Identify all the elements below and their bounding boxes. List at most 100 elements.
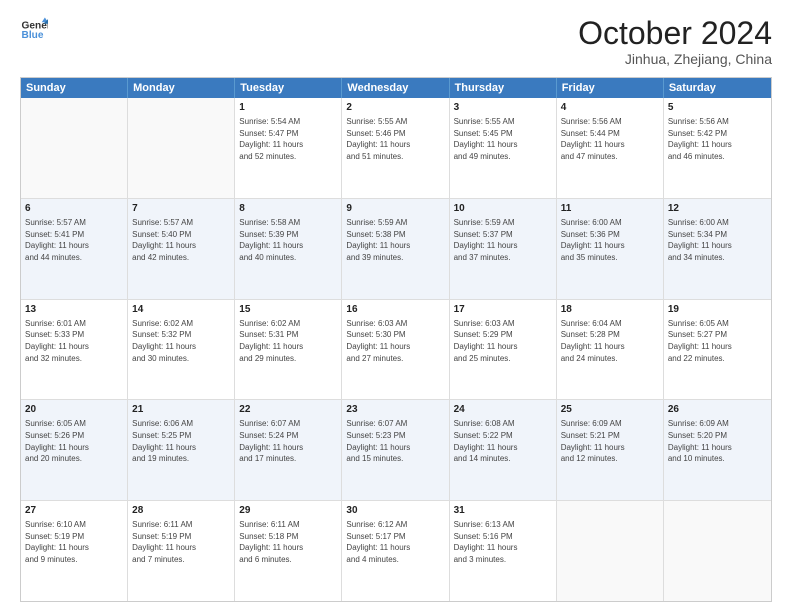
calendar-cell: 31Sunrise: 6:13 AM Sunset: 5:16 PM Dayli… (450, 501, 557, 601)
calendar-cell: 20Sunrise: 6:05 AM Sunset: 5:26 PM Dayli… (21, 400, 128, 500)
day-info: Sunrise: 5:56 AM Sunset: 5:42 PM Dayligh… (668, 116, 767, 162)
header-friday: Friday (557, 78, 664, 98)
calendar-cell: 18Sunrise: 6:04 AM Sunset: 5:28 PM Dayli… (557, 300, 664, 400)
header-wednesday: Wednesday (342, 78, 449, 98)
header-monday: Monday (128, 78, 235, 98)
day-info: Sunrise: 6:00 AM Sunset: 5:34 PM Dayligh… (668, 217, 767, 263)
calendar-cell: 2Sunrise: 5:55 AM Sunset: 5:46 PM Daylig… (342, 98, 449, 198)
day-info: Sunrise: 6:00 AM Sunset: 5:36 PM Dayligh… (561, 217, 659, 263)
header-saturday: Saturday (664, 78, 771, 98)
day-info: Sunrise: 6:03 AM Sunset: 5:30 PM Dayligh… (346, 318, 444, 364)
day-info: Sunrise: 5:55 AM Sunset: 5:46 PM Dayligh… (346, 116, 444, 162)
day-info: Sunrise: 6:08 AM Sunset: 5:22 PM Dayligh… (454, 418, 552, 464)
location: Jinhua, Zhejiang, China (578, 51, 772, 67)
calendar-cell: 13Sunrise: 6:01 AM Sunset: 5:33 PM Dayli… (21, 300, 128, 400)
logo-icon: General Blue (20, 16, 48, 44)
day-number: 24 (454, 403, 552, 417)
day-number: 3 (454, 101, 552, 115)
day-number: 23 (346, 403, 444, 417)
day-number: 13 (25, 303, 123, 317)
calendar-row-4: 20Sunrise: 6:05 AM Sunset: 5:26 PM Dayli… (21, 400, 771, 501)
day-info: Sunrise: 6:02 AM Sunset: 5:32 PM Dayligh… (132, 318, 230, 364)
calendar-row-5: 27Sunrise: 6:10 AM Sunset: 5:19 PM Dayli… (21, 501, 771, 601)
calendar-cell (21, 98, 128, 198)
calendar-header: Sunday Monday Tuesday Wednesday Thursday… (21, 78, 771, 98)
day-info: Sunrise: 5:57 AM Sunset: 5:40 PM Dayligh… (132, 217, 230, 263)
day-info: Sunrise: 6:07 AM Sunset: 5:24 PM Dayligh… (239, 418, 337, 464)
calendar-cell (664, 501, 771, 601)
calendar-cell: 16Sunrise: 6:03 AM Sunset: 5:30 PM Dayli… (342, 300, 449, 400)
calendar-cell: 11Sunrise: 6:00 AM Sunset: 5:36 PM Dayli… (557, 199, 664, 299)
calendar-row-2: 6Sunrise: 5:57 AM Sunset: 5:41 PM Daylig… (21, 199, 771, 300)
header: General Blue October 2024 Jinhua, Zhejia… (20, 16, 772, 67)
day-info: Sunrise: 5:54 AM Sunset: 5:47 PM Dayligh… (239, 116, 337, 162)
day-number: 6 (25, 202, 123, 216)
day-number: 28 (132, 504, 230, 518)
day-number: 12 (668, 202, 767, 216)
day-number: 29 (239, 504, 337, 518)
day-info: Sunrise: 6:04 AM Sunset: 5:28 PM Dayligh… (561, 318, 659, 364)
day-info: Sunrise: 6:12 AM Sunset: 5:17 PM Dayligh… (346, 519, 444, 565)
calendar-cell: 4Sunrise: 5:56 AM Sunset: 5:44 PM Daylig… (557, 98, 664, 198)
day-info: Sunrise: 6:09 AM Sunset: 5:20 PM Dayligh… (668, 418, 767, 464)
calendar-cell: 27Sunrise: 6:10 AM Sunset: 5:19 PM Dayli… (21, 501, 128, 601)
day-info: Sunrise: 6:01 AM Sunset: 5:33 PM Dayligh… (25, 318, 123, 364)
calendar-cell: 23Sunrise: 6:07 AM Sunset: 5:23 PM Dayli… (342, 400, 449, 500)
day-number: 25 (561, 403, 659, 417)
day-info: Sunrise: 5:57 AM Sunset: 5:41 PM Dayligh… (25, 217, 123, 263)
calendar-cell: 1Sunrise: 5:54 AM Sunset: 5:47 PM Daylig… (235, 98, 342, 198)
day-info: Sunrise: 6:06 AM Sunset: 5:25 PM Dayligh… (132, 418, 230, 464)
svg-text:Blue: Blue (22, 30, 44, 41)
calendar-cell: 24Sunrise: 6:08 AM Sunset: 5:22 PM Dayli… (450, 400, 557, 500)
calendar-cell: 15Sunrise: 6:02 AM Sunset: 5:31 PM Dayli… (235, 300, 342, 400)
calendar-cell (557, 501, 664, 601)
title-block: October 2024 Jinhua, Zhejiang, China (578, 16, 772, 67)
calendar-cell: 26Sunrise: 6:09 AM Sunset: 5:20 PM Dayli… (664, 400, 771, 500)
calendar-cell: 22Sunrise: 6:07 AM Sunset: 5:24 PM Dayli… (235, 400, 342, 500)
day-number: 27 (25, 504, 123, 518)
day-number: 1 (239, 101, 337, 115)
day-number: 4 (561, 101, 659, 115)
day-info: Sunrise: 6:11 AM Sunset: 5:18 PM Dayligh… (239, 519, 337, 565)
day-number: 11 (561, 202, 659, 216)
day-info: Sunrise: 6:11 AM Sunset: 5:19 PM Dayligh… (132, 519, 230, 565)
day-number: 26 (668, 403, 767, 417)
page: General Blue October 2024 Jinhua, Zhejia… (0, 0, 792, 612)
day-info: Sunrise: 6:03 AM Sunset: 5:29 PM Dayligh… (454, 318, 552, 364)
day-number: 16 (346, 303, 444, 317)
day-number: 22 (239, 403, 337, 417)
calendar-cell: 12Sunrise: 6:00 AM Sunset: 5:34 PM Dayli… (664, 199, 771, 299)
day-number: 2 (346, 101, 444, 115)
day-number: 30 (346, 504, 444, 518)
day-number: 8 (239, 202, 337, 216)
day-number: 21 (132, 403, 230, 417)
calendar-cell (128, 98, 235, 198)
calendar-body: 1Sunrise: 5:54 AM Sunset: 5:47 PM Daylig… (21, 98, 771, 601)
day-info: Sunrise: 6:05 AM Sunset: 5:27 PM Dayligh… (668, 318, 767, 364)
day-number: 5 (668, 101, 767, 115)
calendar-cell: 14Sunrise: 6:02 AM Sunset: 5:32 PM Dayli… (128, 300, 235, 400)
calendar-cell: 28Sunrise: 6:11 AM Sunset: 5:19 PM Dayli… (128, 501, 235, 601)
day-number: 9 (346, 202, 444, 216)
day-number: 15 (239, 303, 337, 317)
day-number: 20 (25, 403, 123, 417)
header-sunday: Sunday (21, 78, 128, 98)
day-number: 14 (132, 303, 230, 317)
day-info: Sunrise: 6:05 AM Sunset: 5:26 PM Dayligh… (25, 418, 123, 464)
calendar-row-3: 13Sunrise: 6:01 AM Sunset: 5:33 PM Dayli… (21, 300, 771, 401)
day-number: 10 (454, 202, 552, 216)
day-info: Sunrise: 6:09 AM Sunset: 5:21 PM Dayligh… (561, 418, 659, 464)
day-info: Sunrise: 5:59 AM Sunset: 5:37 PM Dayligh… (454, 217, 552, 263)
day-number: 7 (132, 202, 230, 216)
calendar-cell: 17Sunrise: 6:03 AM Sunset: 5:29 PM Dayli… (450, 300, 557, 400)
day-number: 18 (561, 303, 659, 317)
header-tuesday: Tuesday (235, 78, 342, 98)
month-title: October 2024 (578, 16, 772, 51)
day-info: Sunrise: 5:55 AM Sunset: 5:45 PM Dayligh… (454, 116, 552, 162)
calendar-cell: 6Sunrise: 5:57 AM Sunset: 5:41 PM Daylig… (21, 199, 128, 299)
logo: General Blue (20, 16, 48, 44)
day-number: 31 (454, 504, 552, 518)
day-info: Sunrise: 5:56 AM Sunset: 5:44 PM Dayligh… (561, 116, 659, 162)
calendar-row-1: 1Sunrise: 5:54 AM Sunset: 5:47 PM Daylig… (21, 98, 771, 199)
calendar-cell: 8Sunrise: 5:58 AM Sunset: 5:39 PM Daylig… (235, 199, 342, 299)
